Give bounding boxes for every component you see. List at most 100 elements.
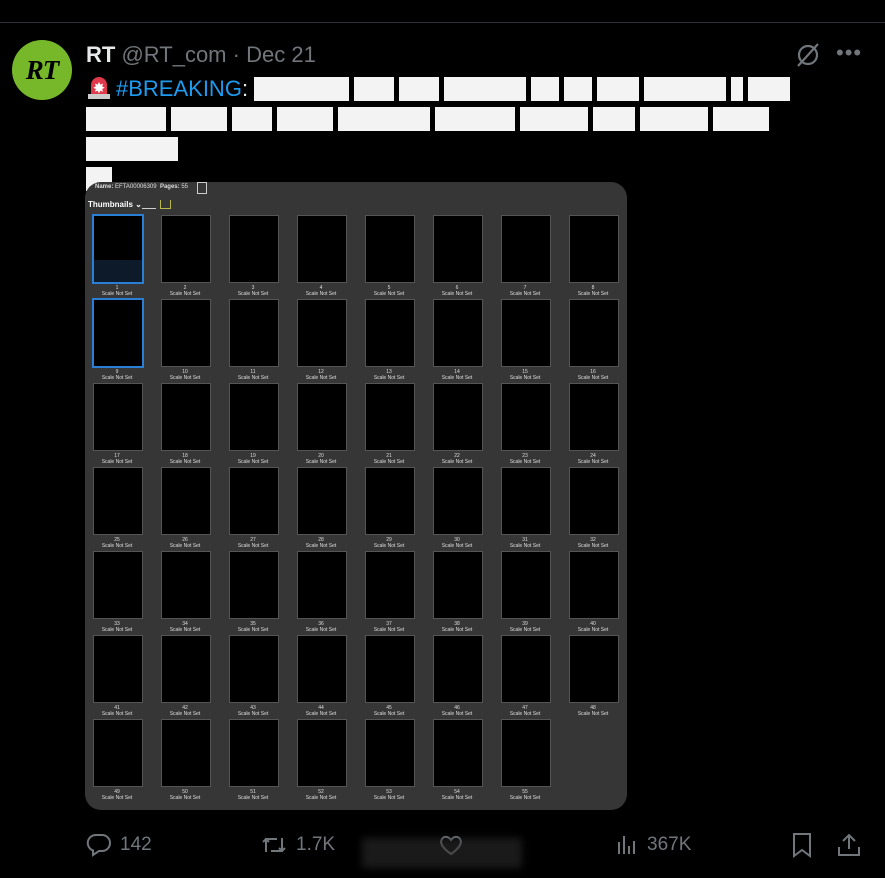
page-scale-label: Scale Not Set	[101, 627, 133, 633]
page-thumbnail[interactable]: 40 Scale Not Set	[567, 551, 627, 635]
page-scale-label: Scale Not Set	[509, 627, 541, 633]
filter-icon	[160, 200, 171, 209]
page-scale-label: Scale Not Set	[577, 459, 609, 465]
page-thumbnail[interactable]: 15 Scale Not Set	[499, 299, 567, 383]
page-thumbnail[interactable]: 6 Scale Not Set	[431, 215, 499, 299]
page-thumbnail[interactable]: 29 Scale Not Set	[363, 467, 431, 551]
page-thumbnail[interactable]: 32 Scale Not Set	[567, 467, 627, 551]
repost-button[interactable]: 1.7K	[260, 831, 335, 859]
page-preview	[93, 383, 143, 451]
avatar[interactable]: RT	[12, 40, 72, 100]
page-thumbnail[interactable]: 10 Scale Not Set	[159, 299, 227, 383]
page-thumbnail[interactable]: 53 Scale Not Set	[363, 719, 431, 803]
page-thumbnail[interactable]: 41 Scale Not Set	[91, 635, 159, 719]
page-thumbnail[interactable]: 46 Scale Not Set	[431, 635, 499, 719]
page-thumbnail[interactable]: 33 Scale Not Set	[91, 551, 159, 635]
page-preview	[297, 551, 347, 619]
page-preview	[297, 719, 347, 787]
page-thumbnail[interactable]: 34 Scale Not Set	[159, 551, 227, 635]
thumbnail-size-icon	[142, 200, 156, 209]
page-preview	[365, 299, 415, 367]
tweet-media-image[interactable]: Name: EFTA00006309 Pages: 55 Thumbnails …	[85, 182, 627, 810]
redaction-block	[435, 107, 515, 131]
page-thumbnail[interactable]: 5 Scale Not Set	[363, 215, 431, 299]
page-thumbnail[interactable]: 18 Scale Not Set	[159, 383, 227, 467]
page-thumbnail[interactable]: 45 Scale Not Set	[363, 635, 431, 719]
more-options-icon[interactable]: •••	[836, 40, 862, 66]
page-thumbnail[interactable]: 23 Scale Not Set	[499, 383, 567, 467]
page-thumbnail[interactable]: 38 Scale Not Set	[431, 551, 499, 635]
views-button[interactable]: 367K	[615, 831, 691, 859]
page-scale-label: Scale Not Set	[169, 711, 201, 717]
page-scale-label: Scale Not Set	[577, 627, 609, 633]
page-scale-label: Scale Not Set	[169, 375, 201, 381]
page-thumbnail[interactable]: 22 Scale Not Set	[431, 383, 499, 467]
author-handle[interactable]: @RT_com	[121, 42, 226, 67]
page-thumbnail[interactable]: 21 Scale Not Set	[363, 383, 431, 467]
page-thumbnail[interactable]: 28 Scale Not Set	[295, 467, 363, 551]
page-thumbnail[interactable]: 36 Scale Not Set	[295, 551, 363, 635]
page-preview	[433, 299, 483, 367]
page-thumbnail[interactable]: 39 Scale Not Set	[499, 551, 567, 635]
page-thumbnail[interactable]: 31 Scale Not Set	[499, 467, 567, 551]
page-preview	[161, 635, 211, 703]
page-thumbnail[interactable]: 51 Scale Not Set	[227, 719, 295, 803]
page-thumbnail[interactable]: 13 Scale Not Set	[363, 299, 431, 383]
page-thumbnail[interactable]: 16 Scale Not Set	[567, 299, 627, 383]
page-scale-label: Scale Not Set	[509, 795, 541, 801]
page-scale-label: Scale Not Set	[373, 375, 405, 381]
page-thumbnail[interactable]: 20 Scale Not Set	[295, 383, 363, 467]
page-thumbnail[interactable]: 3 Scale Not Set	[227, 215, 295, 299]
avatar-logo-text: RT	[25, 54, 60, 85]
page-thumbnail[interactable]: 27 Scale Not Set	[227, 467, 295, 551]
page-preview	[297, 635, 347, 703]
page-scale-label: Scale Not Set	[509, 459, 541, 465]
page-thumbnail[interactable]: 37 Scale Not Set	[363, 551, 431, 635]
share-button[interactable]	[836, 831, 870, 859]
page-thumbnail[interactable]: 35 Scale Not Set	[227, 551, 295, 635]
page-thumbnail[interactable]: 2 Scale Not Set	[159, 215, 227, 299]
page-scale-label: Scale Not Set	[237, 291, 269, 297]
page-thumbnail[interactable]: 4 Scale Not Set	[295, 215, 363, 299]
repost-count: 1.7K	[296, 834, 336, 855]
page-thumbnail[interactable]: 17 Scale Not Set	[91, 383, 159, 467]
page-thumbnail[interactable]: 49 Scale Not Set	[91, 719, 159, 803]
views-icon	[618, 836, 635, 854]
grok-icon[interactable]	[795, 42, 821, 68]
page-thumbnail[interactable]: 14 Scale Not Set	[431, 299, 499, 383]
page-scale-label: Scale Not Set	[169, 291, 201, 297]
page-thumbnail[interactable]: 19 Scale Not Set	[227, 383, 295, 467]
page-thumbnail[interactable]: 26 Scale Not Set	[159, 467, 227, 551]
page-thumbnail[interactable]: 8 Scale Not Set	[567, 215, 627, 299]
page-thumbnail[interactable]: 55 Scale Not Set	[499, 719, 567, 803]
page-thumbnail[interactable]: 52 Scale Not Set	[295, 719, 363, 803]
bookmark-button[interactable]	[791, 831, 821, 859]
page-thumbnail[interactable]: 25 Scale Not Set	[91, 467, 159, 551]
reply-button[interactable]: 142	[86, 831, 152, 859]
page-thumbnail[interactable]: 50 Scale Not Set	[159, 719, 227, 803]
page-preview	[297, 383, 347, 451]
page-scale-label: Scale Not Set	[373, 459, 405, 465]
page-thumbnail[interactable]: 1 Scale Not Set	[91, 214, 159, 299]
breaking-hashtag[interactable]: #BREAKING	[116, 76, 242, 101]
page-preview	[433, 551, 483, 619]
page-thumbnail[interactable]: 9 Scale Not Set	[91, 298, 159, 383]
page-thumbnail[interactable]: 11 Scale Not Set	[227, 299, 295, 383]
page-thumbnail[interactable]: 24 Scale Not Set	[567, 383, 627, 467]
author-name[interactable]: RT	[86, 42, 115, 67]
page-thumbnail[interactable]: 43 Scale Not Set	[227, 635, 295, 719]
page-thumbnail[interactable]: 12 Scale Not Set	[295, 299, 363, 383]
page-thumbnail[interactable]: 7 Scale Not Set	[499, 215, 567, 299]
page-thumbnail[interactable]: 44 Scale Not Set	[295, 635, 363, 719]
redaction-block	[232, 107, 272, 131]
page-scale-label: Scale Not Set	[441, 543, 473, 549]
page-thumbnail[interactable]: 42 Scale Not Set	[159, 635, 227, 719]
page-thumbnail[interactable]: 54 Scale Not Set	[431, 719, 499, 803]
page-thumbnail[interactable]: 48 Scale Not Set	[567, 635, 627, 719]
page-preview	[161, 299, 211, 367]
tweet-date[interactable]: Dec 21	[246, 42, 316, 67]
page-preview	[501, 551, 551, 619]
page-thumbnail[interactable]: 47 Scale Not Set	[499, 635, 567, 719]
chevron-down-icon: ⌄	[135, 200, 142, 209]
page-thumbnail[interactable]: 30 Scale Not Set	[431, 467, 499, 551]
